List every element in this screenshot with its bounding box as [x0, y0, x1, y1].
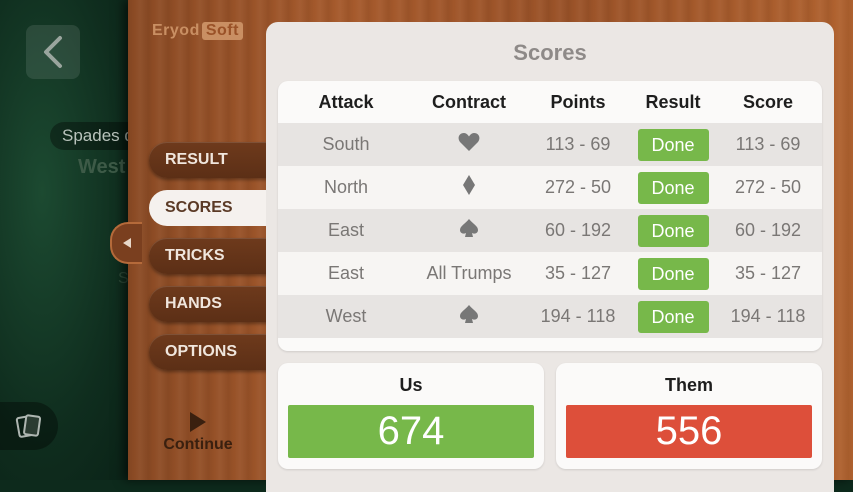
result-cell: Done — [632, 257, 714, 290]
header-contract: Contract — [431, 91, 506, 112]
us-score-card: Us 674 — [278, 363, 544, 469]
header-result: Result — [645, 91, 701, 112]
menu-tricks-button[interactable]: TRICKS — [149, 238, 269, 274]
heart-icon — [458, 133, 480, 151]
table-row: East 60 - 192 Done 60 - 192 — [278, 209, 822, 252]
back-button[interactable] — [26, 25, 80, 79]
done-badge: Done — [637, 214, 709, 247]
attack-cell: North — [323, 177, 368, 197]
contract-cell: All Trumps — [426, 263, 512, 283]
attack-cell: East — [327, 263, 365, 283]
table-header-row: Attack Contract Points Result Score — [278, 81, 822, 124]
table-row: North 272 - 50 Done 272 - 50 — [278, 166, 822, 209]
logo-text: Eryod — [152, 22, 200, 39]
table-row: East All Trumps 35 - 127 Done 35 - 127 — [278, 252, 822, 295]
result-cell: Done — [632, 214, 714, 247]
score-cell: 35 - 127 — [734, 263, 802, 283]
table-row: South 113 - 69 Done 113 - 69 — [278, 123, 822, 166]
score-cell: 60 - 192 — [734, 220, 802, 240]
chevron-left-icon — [44, 36, 62, 68]
score-cell: 272 - 50 — [734, 177, 802, 197]
contract-cell — [414, 304, 524, 329]
header-points: Points — [550, 91, 606, 112]
attack-cell: South — [322, 134, 370, 154]
them-total: 556 — [566, 405, 812, 458]
continue-button[interactable]: Continue — [150, 412, 246, 454]
diamond-icon — [463, 175, 475, 195]
header-attack: Attack — [318, 91, 374, 112]
done-badge: Done — [637, 300, 709, 333]
done-badge: Done — [637, 257, 709, 290]
spade-icon — [460, 305, 478, 323]
panel-title: Scores — [513, 40, 587, 65]
play-icon — [190, 412, 206, 432]
header-score: Score — [742, 91, 794, 112]
cards-button[interactable] — [0, 402, 58, 450]
them-label: Them — [664, 375, 713, 395]
them-score-card: Them 556 — [556, 363, 822, 469]
player-label: West — [78, 156, 126, 178]
scores-table: Attack Contract Points Result Score Sout… — [278, 81, 822, 351]
attack-cell: East — [327, 220, 365, 240]
us-total: 674 — [288, 405, 534, 458]
collapse-menu-button[interactable] — [110, 222, 142, 264]
cards-icon — [15, 414, 42, 438]
done-badge: Done — [637, 171, 709, 204]
attack-cell: West — [325, 306, 367, 326]
spade-icon — [460, 219, 478, 237]
menu-hands-button[interactable]: HANDS — [149, 286, 269, 322]
contract-cell — [414, 175, 524, 200]
menu-options-button[interactable]: OPTIONS — [149, 334, 269, 370]
result-cell: Done — [632, 300, 714, 333]
us-label: Us — [399, 375, 423, 395]
contract-cell — [414, 218, 524, 243]
points-cell: 272 - 50 — [544, 177, 612, 197]
points-cell: 113 - 69 — [545, 134, 611, 154]
points-cell: 60 - 192 — [544, 220, 612, 240]
score-cell: 194 - 118 — [730, 306, 806, 326]
logo-badge: Soft — [201, 22, 243, 40]
result-cell: Done — [632, 128, 714, 161]
table-row: West 194 - 118 Done 194 - 118 — [278, 295, 822, 338]
scores-panel: Scores Attack Contract Points Result Sco… — [266, 22, 834, 492]
menu-result-button[interactable]: RESULT — [149, 142, 269, 178]
points-cell: 35 - 127 — [544, 263, 612, 283]
points-cell: 194 - 118 — [540, 306, 616, 326]
score-cell: 113 - 69 — [735, 134, 801, 154]
eryodsoft-logo: Eryod Soft — [152, 22, 243, 40]
menu-scores-button[interactable]: SCORES — [149, 190, 269, 226]
result-cell: Done — [632, 171, 714, 204]
done-badge: Done — [637, 128, 709, 161]
triangle-left-icon — [123, 238, 131, 248]
continue-label: Continue — [163, 436, 233, 453]
contract-cell — [414, 132, 524, 157]
